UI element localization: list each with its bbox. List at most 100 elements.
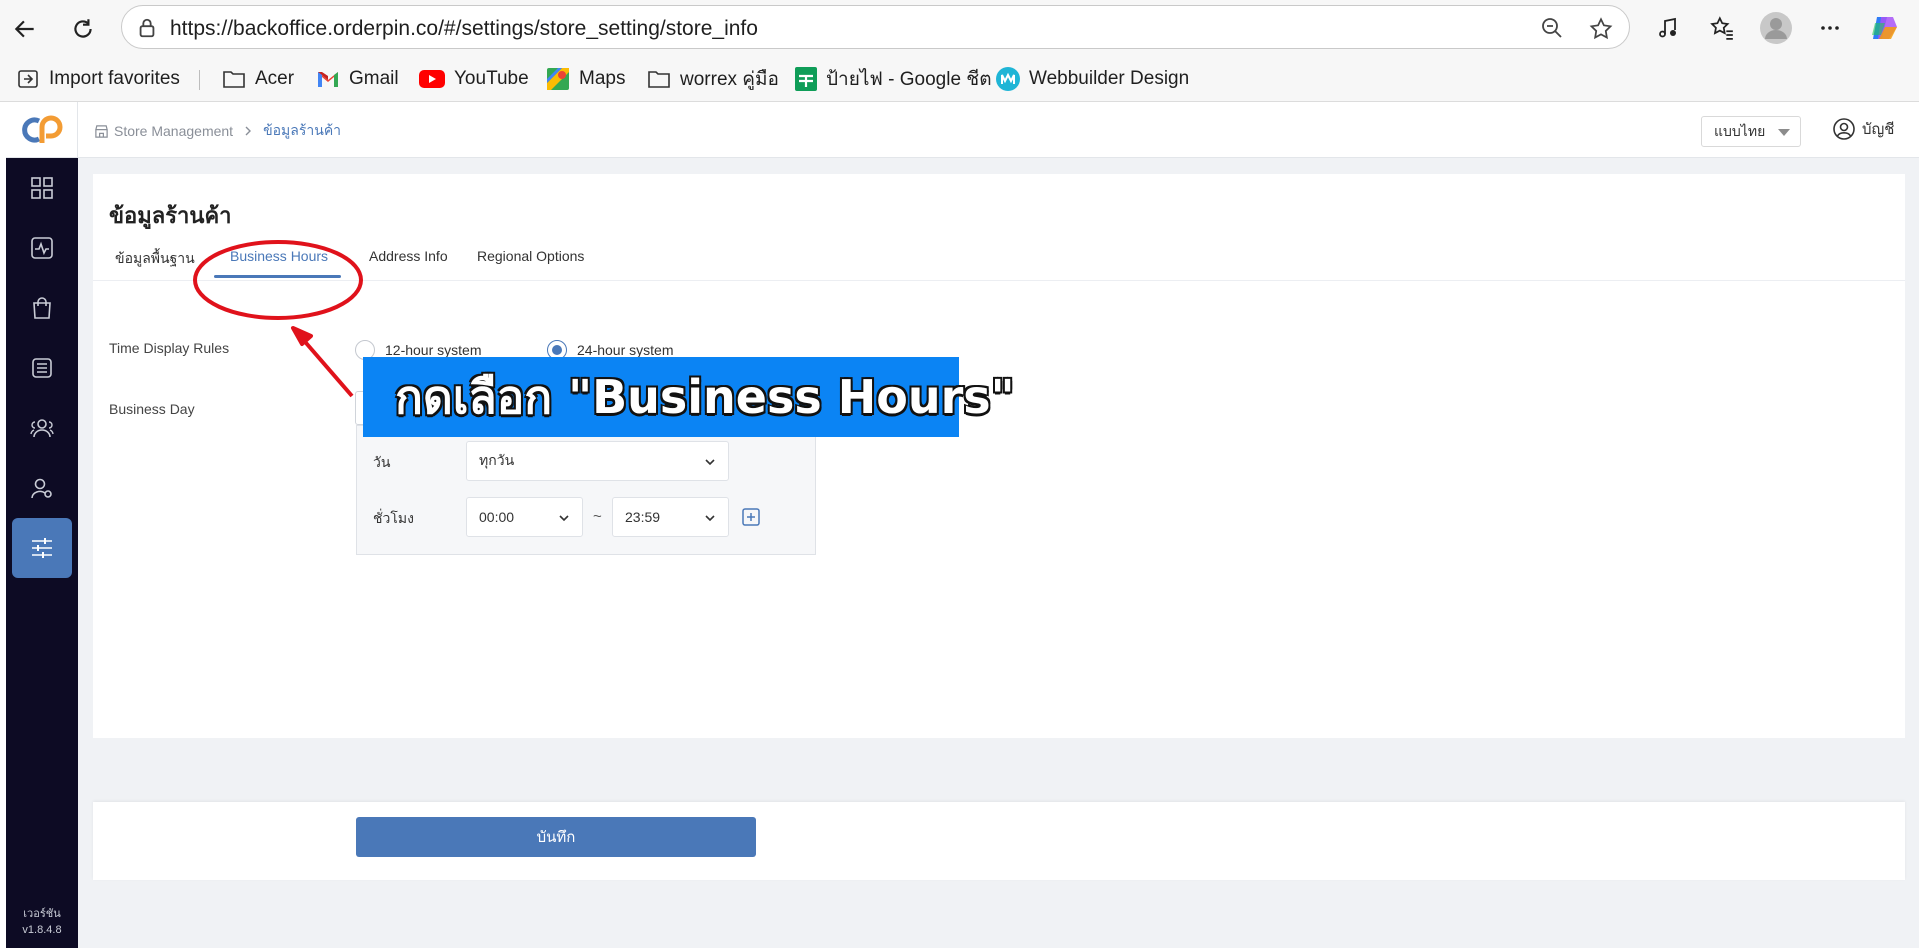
tab-address-info[interactable]: Address Info: [369, 248, 448, 264]
bookmark-label: worrex คู่มือ: [680, 69, 779, 90]
bookmark-label: Webbuilder Design: [1029, 68, 1190, 89]
end-time-value: 23:59: [625, 509, 661, 525]
dashboard-grid-icon: [31, 177, 53, 199]
favorites-list-icon: [1710, 16, 1733, 40]
bookmark-acer[interactable]: Acer: [222, 66, 294, 92]
bookmark-import-favorites[interactable]: Import favorites: [16, 66, 180, 92]
url-text: https://backoffice.orderpin.co/#/setting…: [170, 17, 758, 40]
store-icon: [95, 124, 108, 138]
chevron-down-icon: [705, 515, 715, 522]
back-button[interactable]: [8, 12, 42, 46]
app-root: Store Management ข้อมูลร้านค้า แบบไทย บั…: [6, 102, 1919, 948]
orderpin-logo-icon: [21, 115, 62, 143]
day-select[interactable]: ทุกวัน: [466, 441, 729, 481]
address-bar[interactable]: https://backoffice.orderpin.co/#/setting…: [121, 5, 1630, 49]
zoom-out-icon[interactable]: [1540, 16, 1564, 40]
bookmark-label: Gmail: [349, 68, 399, 89]
hours-label: ชั่วโมง: [373, 510, 414, 526]
chevron-down-icon: [559, 515, 569, 522]
annotation-banner: กดเลือก "Business Hours": [363, 357, 1015, 437]
media-button[interactable]: [1652, 12, 1684, 44]
account-circle-icon: [1833, 118, 1855, 140]
save-button[interactable]: บันทึก: [356, 817, 756, 857]
language-select[interactable]: แบบไทย: [1701, 116, 1801, 147]
breadcrumb-current: ข้อมูลร้านค้า: [263, 122, 342, 138]
start-time-value: 00:00: [479, 509, 515, 525]
bookmark-separator: [199, 70, 200, 90]
language-value: แบบไทย: [1714, 122, 1766, 139]
form-footer: บันทึก: [93, 802, 1905, 880]
webbuilder-icon: [996, 67, 1020, 91]
copilot-icon: [1872, 17, 1897, 39]
radio-12-label: 12-hour system: [385, 342, 482, 358]
bookmark-label: ป้ายไฟ - Google ชีต: [826, 69, 992, 90]
sidebar-item-dashboard[interactable]: [6, 158, 78, 218]
sliders-settings-icon: [32, 538, 52, 558]
bookmark-webbuilder[interactable]: Webbuilder Design: [996, 66, 1189, 92]
back-arrow-icon: [14, 20, 34, 38]
youtube-icon: [419, 70, 445, 88]
tab-basic-info[interactable]: ข้อมูลพื้นฐาน: [115, 248, 195, 270]
account-label: บัญชี: [1862, 121, 1895, 138]
music-note-icon: [1659, 17, 1676, 38]
active-tab-underline: [214, 275, 341, 278]
tab-bar: ข้อมูลพื้นฐาน Business Hours Address Inf…: [93, 240, 1905, 281]
more-dots-icon: [1821, 26, 1839, 30]
plus-square-icon: [742, 508, 760, 526]
add-time-slot-button[interactable]: [742, 508, 760, 531]
bookmark-youtube[interactable]: YouTube: [419, 66, 529, 92]
bookmark-label: Import favorites: [49, 68, 180, 89]
refresh-button[interactable]: [66, 12, 100, 46]
page-title: ข้อมูลร้านค้า: [109, 203, 232, 228]
end-time-select[interactable]: 23:59: [612, 497, 729, 537]
sidebar-item-orders[interactable]: [6, 278, 78, 338]
version-number: v1.8.4.8: [22, 924, 62, 936]
radio-24-label: 24-hour system: [577, 342, 674, 358]
day-label: วัน: [373, 454, 391, 470]
maps-icon: [547, 68, 569, 90]
app-logo[interactable]: [6, 102, 78, 158]
breadcrumb: Store Management ข้อมูลร้านค้า: [94, 120, 341, 142]
breadcrumb-root[interactable]: Store Management: [114, 123, 233, 139]
app-topbar: Store Management ข้อมูลร้านค้า แบบไทย บั…: [6, 102, 1919, 158]
sidebar-item-store[interactable]: [6, 338, 78, 398]
sidebar-item-activity[interactable]: [6, 218, 78, 278]
tab-regional-options[interactable]: Regional Options: [477, 248, 584, 264]
sheets-icon: [795, 67, 817, 91]
sidebar-item-members[interactable]: [6, 398, 78, 458]
gmail-icon: [318, 72, 338, 87]
users-group-icon: [30, 419, 54, 438]
bookmark-gmail[interactable]: Gmail: [316, 66, 399, 92]
browser-toolbar: https://backoffice.orderpin.co/#/setting…: [0, 0, 1919, 56]
user-settings-icon: [31, 478, 52, 499]
copilot-button[interactable]: [1868, 12, 1900, 44]
more-menu-button[interactable]: [1814, 12, 1846, 44]
annotation-text: กดเลือก "Business Hours": [395, 369, 1015, 424]
bookmark-label: YouTube: [454, 68, 529, 89]
sidebar-item-settings[interactable]: [6, 518, 78, 578]
bookmark-label: Maps: [579, 68, 626, 89]
profile-avatar-icon: [1760, 12, 1792, 44]
start-time-select[interactable]: 00:00: [466, 497, 583, 537]
favorite-star-icon[interactable]: [1588, 16, 1614, 42]
account-menu[interactable]: บัญชี: [1832, 117, 1894, 141]
business-hours-panel: วัน ทุกวัน ชั่วโมง 00:00 ~ 23:59: [356, 425, 816, 555]
profile-button[interactable]: [1760, 12, 1792, 44]
chevron-right-icon: [245, 126, 252, 136]
version-label: เวอร์ชัน: [23, 908, 61, 920]
business-day-label: Business Day: [109, 401, 195, 417]
folder-icon: [223, 71, 245, 88]
version-info: เวอร์ชัน v1.8.4.8: [6, 906, 78, 938]
tab-business-hours[interactable]: Business Hours: [230, 248, 328, 264]
bookmark-sheets[interactable]: ป้ายไฟ - Google ชีต: [795, 66, 992, 92]
time-separator: ~: [593, 508, 602, 525]
favorites-button[interactable]: [1706, 12, 1738, 44]
folder-icon: [648, 71, 670, 88]
bookmark-worrex[interactable]: worrex คู่มือ: [647, 66, 779, 92]
sidebar-item-staff[interactable]: [6, 458, 78, 518]
sidebar: เวอร์ชัน v1.8.4.8: [6, 158, 78, 948]
bookmark-label: Acer: [255, 68, 295, 89]
chevron-down-icon: [705, 459, 715, 466]
time-display-label: Time Display Rules: [109, 340, 230, 356]
bookmark-maps[interactable]: Maps: [546, 66, 625, 92]
